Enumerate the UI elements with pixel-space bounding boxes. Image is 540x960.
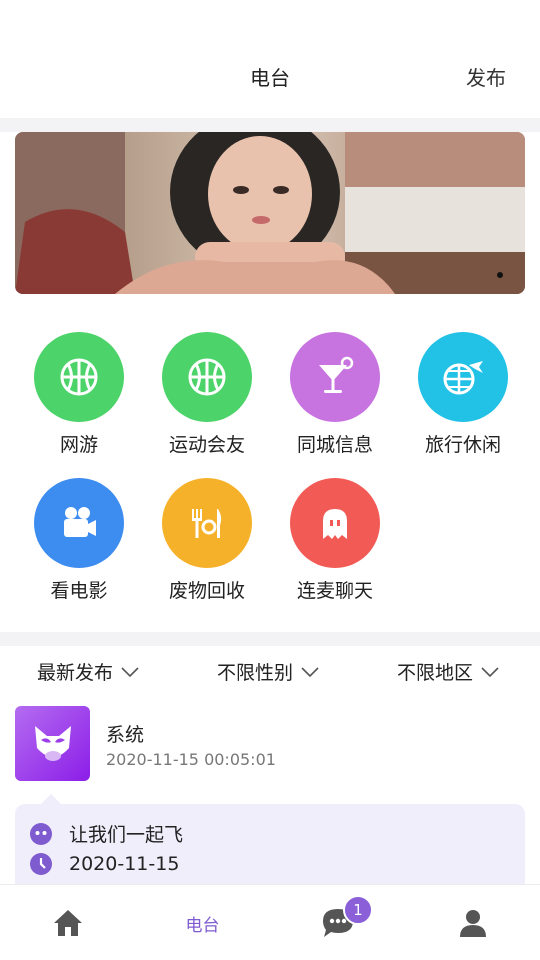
category-label: 废物回收 — [168, 580, 245, 602]
basketball-icon — [34, 332, 124, 422]
category-item-travel[interactable]: 旅行休闲 — [399, 332, 527, 457]
filter-gender-dropdown[interactable]: 不限性别 — [217, 658, 319, 685]
section-divider — [0, 632, 540, 646]
clock-icon — [30, 853, 52, 875]
filter-bar: 最新发布 不限性别 不限地区 — [0, 646, 540, 694]
section-divider — [0, 118, 540, 132]
post-content-row: 让我们一起飞 — [29, 820, 183, 847]
publish-button[interactable]: 发布 — [466, 62, 506, 91]
post-timestamp: 2020-11-15 00:05:01 — [106, 750, 276, 769]
category-item-sports[interactable]: 运动会友 — [143, 332, 271, 457]
user-icon — [459, 910, 486, 937]
tab-home[interactable] — [0, 885, 135, 960]
filter-label: 不限性别 — [217, 662, 294, 684]
chevron-down-icon — [121, 666, 139, 677]
category-label: 旅行休闲 — [424, 434, 501, 456]
category-label: 看电影 — [50, 580, 108, 602]
card-pointer — [41, 794, 61, 804]
fox-mask-icon — [34, 725, 71, 761]
chevron-down-icon — [301, 666, 319, 677]
post-author: 系统 — [106, 724, 145, 746]
category-label: 运动会友 — [168, 434, 245, 456]
top-header: 电台 发布 — [0, 0, 540, 118]
bottom-tab-bar: 电台 1 — [0, 884, 540, 960]
category-item-online-games[interactable]: 网游 — [15, 332, 143, 457]
category-label: 连麦聊天 — [296, 580, 373, 602]
chevron-down-icon — [481, 666, 499, 677]
banner-photo — [15, 132, 525, 294]
smile-face-icon — [30, 822, 52, 845]
post-content-text: 让我们一起飞 — [69, 824, 184, 846]
globe-plane-icon — [418, 332, 508, 422]
post-header[interactable]: 系统 2020-11-15 00:05:01 — [15, 706, 525, 782]
tab-messages[interactable]: 1 — [270, 885, 405, 960]
category-item-voice-chat[interactable]: 连麦聊天 — [271, 478, 399, 603]
fork-knife-heart-icon — [162, 478, 252, 568]
category-item-recycling[interactable]: 废物回收 — [143, 478, 271, 603]
unread-badge: 1 — [343, 895, 373, 925]
filter-latest-dropdown[interactable]: 最新发布 — [37, 658, 139, 685]
ghost-icon — [290, 478, 380, 568]
banner-carousel[interactable] — [15, 132, 525, 294]
movie-camera-icon — [34, 478, 124, 568]
filter-label: 不限地区 — [397, 662, 474, 684]
carousel-indicator-dot[interactable] — [497, 272, 503, 278]
page-title: 电台 — [250, 66, 290, 90]
home-icon — [53, 910, 82, 936]
avatar[interactable] — [15, 706, 90, 781]
cocktail-icon — [290, 332, 380, 422]
tab-label: 电台 — [185, 915, 220, 936]
category-item-local-info[interactable]: 同城信息 — [271, 332, 399, 457]
filter-label: 最新发布 — [37, 662, 114, 684]
category-label: 网游 — [59, 434, 98, 456]
category-item-movies[interactable]: 看电影 — [15, 478, 143, 603]
post-date-text: 2020-11-15 — [69, 853, 180, 875]
tab-radio[interactable]: 电台 — [135, 885, 270, 960]
filter-region-dropdown[interactable]: 不限地区 — [397, 658, 499, 685]
tab-profile[interactable] — [405, 885, 540, 960]
category-label: 同城信息 — [296, 434, 373, 456]
basketball-icon — [162, 332, 252, 422]
post-date-row: 2020-11-15 — [29, 852, 179, 876]
